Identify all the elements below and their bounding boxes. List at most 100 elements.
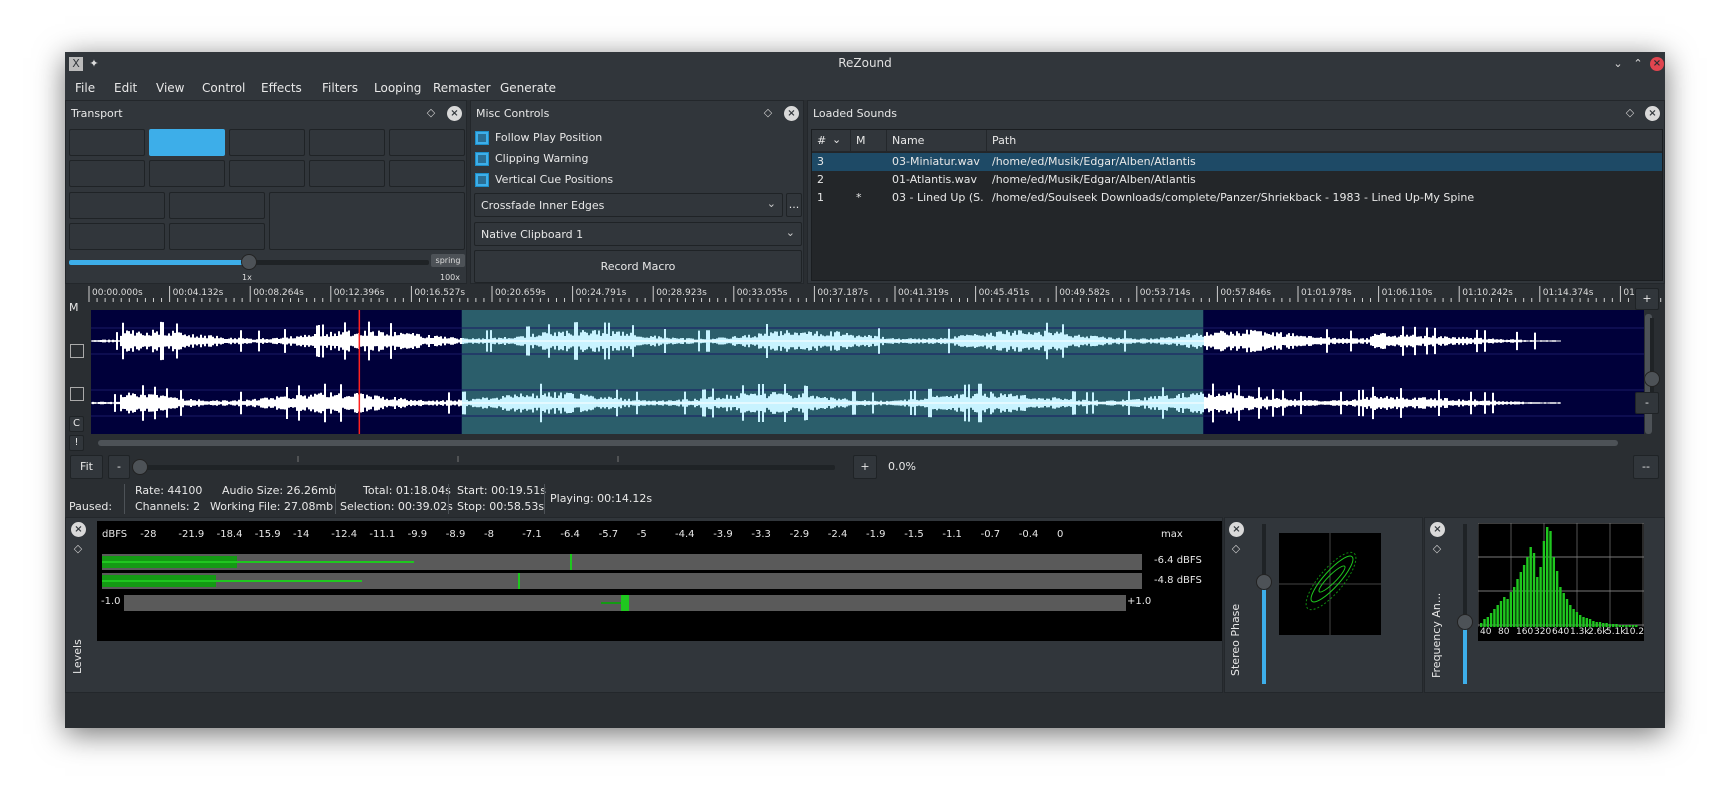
spring-button[interactable]: spring — [431, 254, 465, 267]
maximize-icon[interactable]: ⌃ — [1631, 57, 1645, 71]
transport-button[interactable] — [69, 192, 165, 219]
zoom-slider-track[interactable] — [138, 465, 835, 470]
float-icon[interactable]: ◇ — [761, 106, 775, 120]
time-ruler[interactable]: 00:00.000s 00:04.132s 00:08.264s 00:12.396s… — [87, 286, 1665, 306]
fit-button[interactable]: Fit — [70, 455, 103, 479]
level-scale-label: -21.9 — [178, 529, 205, 540]
freq-bar — [1483, 619, 1486, 627]
menu-looping[interactable]: Looping — [374, 81, 421, 95]
freq-bar — [1585, 618, 1588, 627]
menu-view[interactable]: View — [156, 81, 184, 95]
paused-status: Paused: — [69, 500, 113, 513]
speed-slider-knob[interactable] — [241, 254, 257, 270]
menu-generate[interactable]: Generate — [500, 81, 556, 95]
transport-button[interactable] — [309, 129, 385, 156]
vertical-cue-checkbox[interactable] — [475, 173, 489, 187]
stereo-close-icon[interactable]: × — [1229, 522, 1244, 537]
transport-button-large[interactable] — [269, 192, 465, 250]
transport-close-icon[interactable]: × — [447, 106, 462, 121]
stereo-phase-scope — [1279, 533, 1381, 635]
col-num[interactable]: # — [817, 134, 826, 147]
freq-close-icon[interactable]: × — [1430, 522, 1445, 537]
table-row[interactable]: 2 01-Atlantis.wav /home/ed/Musik/Edgar/A… — [812, 171, 1662, 189]
vertical-zoom-out-button[interactable]: - — [1635, 392, 1659, 414]
col-m[interactable]: M — [856, 134, 866, 147]
clipping-warning-checkbox[interactable] — [475, 152, 489, 166]
float-icon[interactable]: ◇ — [1623, 106, 1637, 120]
sort-chevron-icon[interactable]: ⌄ — [832, 133, 841, 146]
clipboard-select[interactable]: Native Clipboard 1 ⌄ — [474, 222, 802, 246]
table-row[interactable]: 1 * 03 - Lined Up (S... /home/ed/Soulsee… — [812, 189, 1662, 207]
level-scale-label: -6.4 — [560, 529, 580, 540]
transport-button[interactable] — [69, 160, 145, 187]
speed-max-label: 100x — [440, 273, 461, 282]
menu-filters[interactable]: Filters — [322, 81, 358, 95]
zoom-out-button[interactable]: - — [108, 455, 130, 479]
transport-button[interactable] — [229, 160, 305, 187]
zoom-slider-ticks — [297, 456, 619, 462]
freq-bar — [1582, 617, 1585, 627]
stereo-zoom-track[interactable] — [1262, 524, 1266, 684]
transport-button[interactable] — [229, 129, 305, 156]
waveform-view[interactable] — [91, 310, 1644, 434]
float-icon[interactable]: ◇ — [71, 542, 85, 556]
transport-button[interactable] — [389, 160, 465, 187]
frequency-labels: 40 80 160 320 640 1.3k 2.6k 5.1k 10.2 — [1478, 627, 1644, 641]
transport-button[interactable] — [309, 160, 385, 187]
transport-button[interactable] — [149, 160, 225, 187]
channel-2-checkbox[interactable] — [70, 387, 84, 401]
transport-panel: Transport ◇ × spring 1x 100x — [65, 100, 467, 284]
menu-edit[interactable]: Edit — [114, 81, 137, 95]
follow-play-checkbox[interactable] — [475, 131, 489, 145]
freq-bar — [1559, 587, 1562, 627]
transport-title: Transport — [71, 107, 123, 120]
level-scale-label: -0.7 — [980, 529, 1001, 540]
stereo-zoom-knob[interactable] — [1256, 574, 1272, 590]
levels-close-icon[interactable]: × — [71, 522, 86, 537]
float-icon[interactable]: ◇ — [1430, 542, 1444, 556]
transport-button[interactable] — [169, 192, 265, 219]
horizontal-scrollbar[interactable] — [98, 440, 1618, 446]
transport-button-active[interactable] — [149, 129, 225, 156]
table-row[interactable]: 3 03-Miniatur.wav /home/ed/Musik/Edgar/A… — [812, 153, 1662, 171]
vertical-zoom-in-button[interactable]: + — [1635, 288, 1659, 310]
level-scale-label: -3.3 — [751, 529, 771, 540]
channel-1-checkbox[interactable] — [70, 344, 84, 358]
float-icon[interactable]: ◇ — [424, 106, 438, 120]
menu-file[interactable]: File — [75, 81, 95, 95]
channel-c-button[interactable]: C — [69, 416, 84, 432]
freq-bar — [1549, 531, 1552, 627]
crossfade-more-button[interactable]: ... — [786, 193, 802, 217]
col-path[interactable]: Path — [992, 134, 1016, 147]
warning-button[interactable]: ! — [69, 435, 84, 451]
misc-close-icon[interactable]: × — [784, 106, 799, 121]
zoom-slider-knob[interactable] — [132, 459, 148, 475]
transport-button[interactable] — [69, 223, 165, 250]
waveform — [91, 310, 1644, 434]
freq-zoom-track[interactable] — [1463, 524, 1467, 684]
col-name[interactable]: Name — [892, 134, 924, 147]
ruler-label: 00:49.582s — [1059, 288, 1110, 298]
transport-button[interactable] — [389, 129, 465, 156]
transport-button[interactable] — [169, 223, 265, 250]
float-icon[interactable]: ◇ — [1229, 542, 1243, 556]
crossfade-select[interactable]: Crossfade Inner Edges ⌄ — [474, 193, 783, 217]
levels-vertical-label: Levels — [71, 639, 84, 674]
menu-effects[interactable]: Effects — [261, 81, 302, 95]
vertical-zoom-knob[interactable] — [1644, 371, 1660, 387]
transport-button[interactable] — [69, 129, 145, 156]
level-scale-label: -8 — [484, 529, 494, 540]
record-macro-button[interactable]: Record Macro — [474, 250, 802, 283]
zoom-in-button[interactable]: + — [853, 455, 877, 479]
channel-1-meter — [102, 554, 1142, 570]
freq-zoom-knob[interactable] — [1457, 614, 1473, 630]
speed-min-label: 1x — [242, 273, 252, 282]
menu-remaster[interactable]: Remaster — [433, 81, 491, 95]
close-icon[interactable]: × — [1650, 57, 1664, 71]
dash-button[interactable]: -- — [1633, 455, 1659, 479]
loaded-close-icon[interactable]: × — [1645, 106, 1660, 121]
minimize-icon[interactable]: ⌄ — [1611, 57, 1625, 71]
menu-control[interactable]: Control — [202, 81, 245, 95]
levels-meter: dBFS -28 -21.9 -18.4 -15.9 -14 -12.4 -11.1 -9.9 -… — [97, 521, 1222, 641]
freq-label: 2.6k — [1588, 627, 1608, 637]
